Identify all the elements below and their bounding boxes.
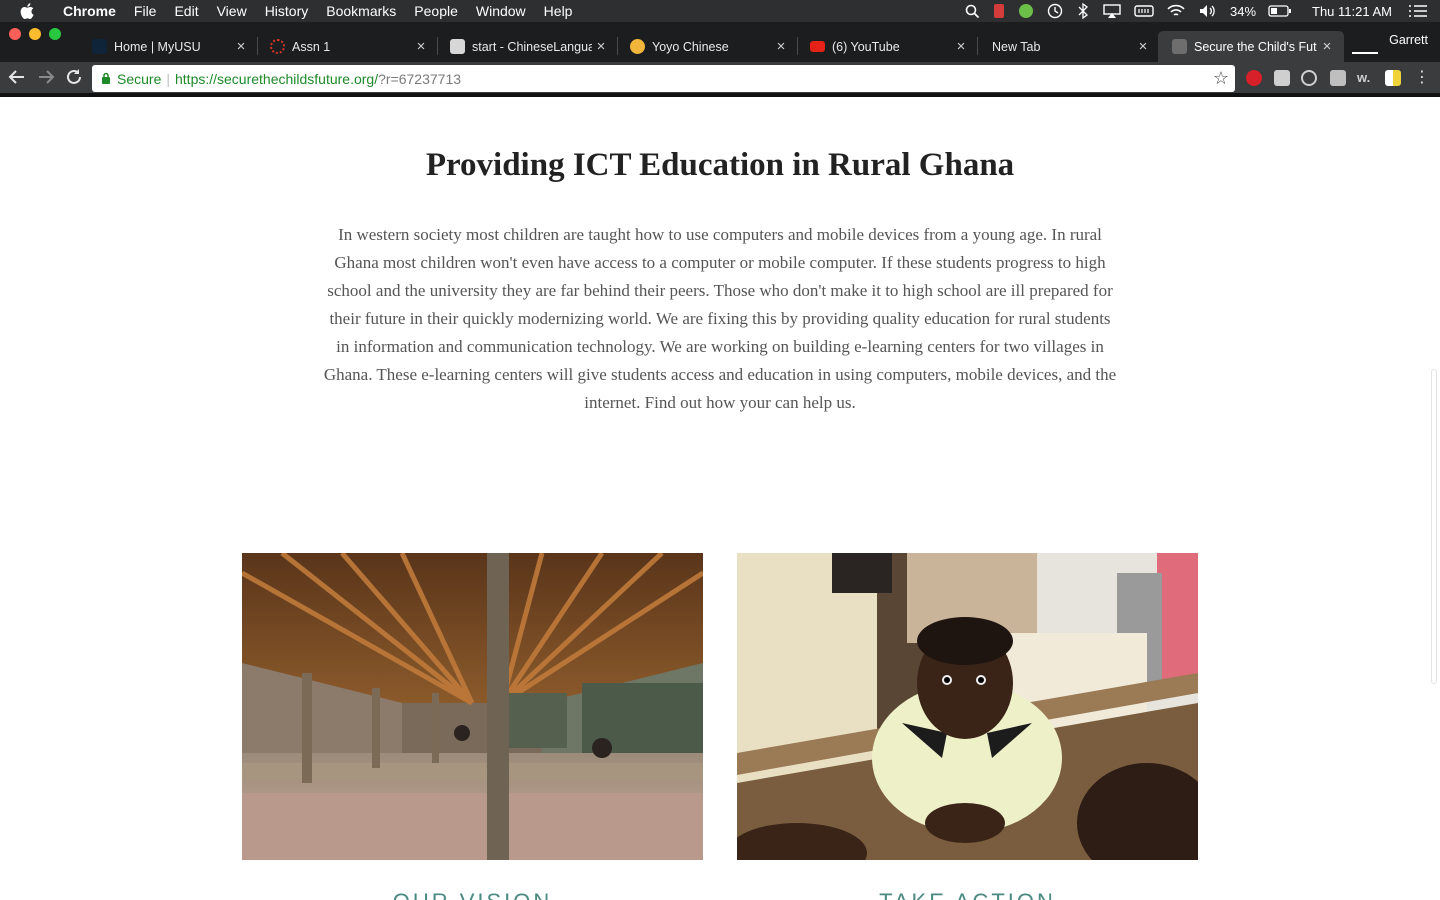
clock[interactable]: Thu 11:21 AM bbox=[1298, 4, 1398, 19]
airplay-icon[interactable] bbox=[1096, 3, 1128, 19]
close-tab-icon[interactable]: × bbox=[1134, 38, 1152, 55]
status-area: 34% Thu 11:21 AM bbox=[959, 0, 1440, 22]
page-heading: Providing ICT Education in Rural Ghana bbox=[425, 147, 1015, 183]
tab-label: Secure the Child's Fut bbox=[1194, 39, 1317, 54]
tab-label: Yoyo Chinese bbox=[652, 39, 729, 54]
bookmark-star-icon[interactable]: ☆ bbox=[1213, 68, 1229, 89]
tab-home-myusu[interactable]: Home | MyUSU × bbox=[72, 31, 258, 62]
bluetooth-icon[interactable] bbox=[1070, 3, 1096, 19]
close-tab-icon[interactable]: × bbox=[232, 38, 250, 55]
highlighter-extension-icon[interactable] bbox=[1385, 70, 1401, 86]
close-tab-icon[interactable]: × bbox=[1318, 38, 1336, 55]
close-tab-icon[interactable]: × bbox=[592, 38, 610, 55]
new-tab-button[interactable] bbox=[1352, 52, 1378, 54]
yoyo-favicon-icon bbox=[630, 39, 645, 54]
green-leaf-icon[interactable] bbox=[1012, 3, 1040, 19]
back-arrow-icon[interactable] bbox=[6, 67, 28, 87]
speech-bubble-extension-icon[interactable] bbox=[1274, 70, 1290, 86]
macos-menubar: Chrome File Edit View History Bookmarks … bbox=[0, 0, 1440, 22]
adblock-extension-icon[interactable] bbox=[1246, 70, 1262, 86]
ublock-extension-icon[interactable] bbox=[1330, 70, 1346, 86]
tab-youtube[interactable]: (6) YouTube × bbox=[790, 31, 978, 62]
tab-strip: Home | MyUSU × Assn 1 × start - ChineseL… bbox=[0, 22, 1440, 62]
minimize-window-button[interactable] bbox=[29, 28, 41, 40]
word-extension-icon[interactable]: w. bbox=[1357, 70, 1373, 86]
tab-label: start - ChineseLangua bbox=[472, 39, 592, 54]
reload-icon[interactable] bbox=[63, 67, 85, 87]
url-text[interactable]: https://securethechildsfuture.org/?r=672… bbox=[175, 71, 461, 87]
profile-button[interactable]: Garrett bbox=[1389, 33, 1428, 47]
tab-label: Assn 1 bbox=[292, 39, 331, 54]
menu-edit[interactable]: Edit bbox=[165, 3, 207, 19]
myusu-favicon-icon bbox=[92, 39, 107, 54]
menu-people[interactable]: People bbox=[405, 3, 467, 19]
tab-label: (6) YouTube bbox=[832, 39, 900, 54]
battery-icon[interactable] bbox=[1262, 4, 1298, 18]
url-main: https://securethechildsfuture.org/ bbox=[175, 70, 379, 87]
secure-lock-icon[interactable] bbox=[101, 71, 111, 87]
site-favicon-icon bbox=[1172, 39, 1187, 54]
keyboard-icon[interactable] bbox=[1128, 4, 1160, 18]
take-action-link[interactable]: TAKE ACTION bbox=[737, 889, 1198, 900]
tab-new-tab[interactable]: New Tab × bbox=[972, 31, 1160, 62]
youtube-favicon-icon bbox=[810, 41, 825, 52]
battery-percent: 34% bbox=[1229, 3, 1257, 19]
web-page: Providing ICT Education in Rural Ghana I… bbox=[0, 97, 1440, 900]
address-divider: | bbox=[166, 70, 170, 87]
tab-label: Home | MyUSU bbox=[114, 39, 201, 54]
time-machine-icon[interactable] bbox=[1040, 3, 1070, 19]
menu-history[interactable]: History bbox=[256, 3, 318, 19]
menu-window[interactable]: Window bbox=[467, 3, 535, 19]
secure-label[interactable]: Secure bbox=[117, 71, 161, 87]
zoom-window-button[interactable] bbox=[49, 28, 61, 40]
forward-arrow-icon[interactable] bbox=[35, 67, 57, 87]
menu-help[interactable]: Help bbox=[535, 3, 582, 19]
tab-label: New Tab bbox=[992, 39, 1041, 54]
menu-bookmarks[interactable]: Bookmarks bbox=[317, 3, 405, 19]
tab-assn-1[interactable]: Assn 1 × bbox=[250, 31, 438, 62]
child-photo[interactable] bbox=[737, 553, 1198, 860]
chrome-menu-icon[interactable]: ⋮ bbox=[1414, 70, 1430, 86]
red-app-icon[interactable] bbox=[986, 3, 1012, 19]
magnifier-extension-icon[interactable] bbox=[1301, 70, 1317, 86]
classroom-photo[interactable] bbox=[242, 553, 703, 860]
window-controls bbox=[9, 28, 61, 40]
apple-menu-icon[interactable] bbox=[18, 2, 36, 20]
volume-icon[interactable] bbox=[1192, 3, 1224, 19]
address-bar[interactable]: Secure | https://securethechildsfuture.o… bbox=[92, 65, 1235, 92]
assn-favicon-icon bbox=[270, 39, 285, 54]
close-tab-icon[interactable]: × bbox=[412, 38, 430, 55]
intro-paragraph: In western society most children are tau… bbox=[323, 225, 1117, 412]
close-tab-icon[interactable]: × bbox=[772, 38, 790, 55]
menu-app-name[interactable]: Chrome bbox=[54, 3, 125, 19]
our-vision-link[interactable]: OUR VISION bbox=[242, 889, 703, 900]
menu-view[interactable]: View bbox=[208, 3, 256, 19]
tab-secure-childs-future[interactable]: Secure the Child's Fut × bbox=[1158, 31, 1344, 62]
browser-toolbar: Secure | https://securethechildsfuture.o… bbox=[0, 62, 1440, 93]
wiki-favicon-icon bbox=[450, 39, 465, 54]
wifi-icon[interactable] bbox=[1160, 3, 1192, 19]
tab-yoyo-chinese[interactable]: Yoyo Chinese × bbox=[610, 31, 798, 62]
menu-file[interactable]: File bbox=[125, 3, 166, 19]
url-query: ?r=67237713 bbox=[378, 70, 462, 87]
close-window-button[interactable] bbox=[9, 28, 21, 40]
spotlight-search-icon[interactable] bbox=[959, 4, 986, 19]
notification-center-icon[interactable] bbox=[1398, 4, 1440, 18]
close-tab-icon[interactable]: × bbox=[952, 38, 970, 55]
page-scrollbar[interactable] bbox=[1431, 369, 1437, 684]
tab-chineselanguage[interactable]: start - ChineseLangua × bbox=[430, 31, 618, 62]
